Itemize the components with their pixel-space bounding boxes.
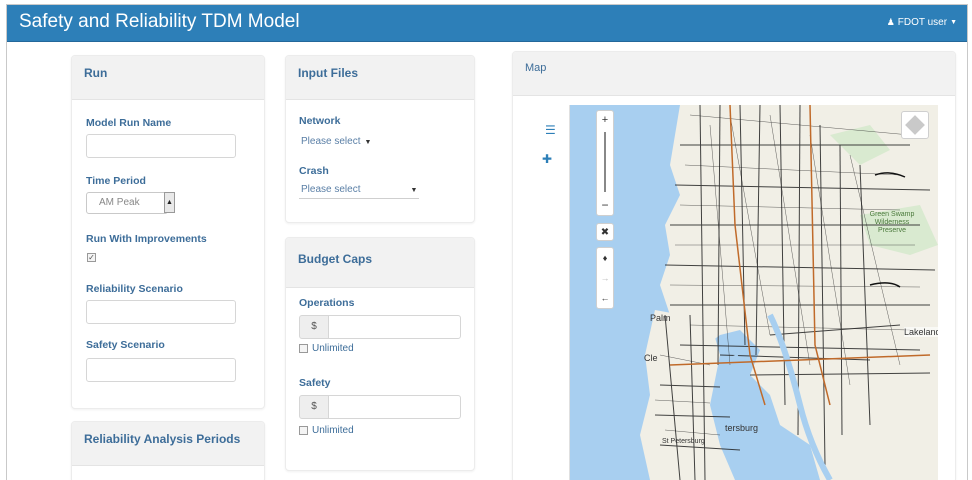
- map-place-label: Cle: [644, 353, 658, 363]
- map-place-label: Green Swamp Wilderness Preserve: [869, 211, 915, 234]
- fullscreen-icon: ✖: [600, 226, 610, 238]
- user-menu[interactable]: ♟ FDOT user ▼: [887, 17, 957, 28]
- zoom-slider[interactable]: [604, 132, 606, 192]
- reliability-scenario-input[interactable]: [86, 300, 236, 324]
- map-zoom-control: + −: [596, 110, 614, 216]
- network-select[interactable]: Please select ▼: [301, 136, 371, 147]
- safety-scenario-input[interactable]: [86, 358, 236, 382]
- home-icon[interactable]: ♦: [603, 253, 608, 263]
- chevron-down-icon: ▼: [410, 187, 418, 194]
- safety-currency-addon: $: [299, 395, 329, 419]
- budget-caps-heading: Budget Caps: [286, 238, 474, 288]
- safety-budget-label: Safety: [299, 377, 331, 389]
- map-place-label: tersburg: [725, 423, 759, 433]
- user-label: FDOT user: [897, 17, 948, 28]
- network-label: Network: [299, 115, 341, 127]
- time-period-dropdown-button[interactable]: ▲: [164, 192, 175, 213]
- safety-unlimited-label: Unlimited: [312, 425, 354, 436]
- operations-label: Operations: [299, 297, 355, 309]
- add-marker-icon[interactable]: ✚: [542, 152, 552, 166]
- map-place-label: Palm: [650, 313, 671, 323]
- run-with-improvements-checkbox[interactable]: ✓: [87, 253, 96, 262]
- map-view[interactable]: Lakeland Green Swamp Wilderness Preserve…: [570, 105, 938, 480]
- safety-budget-input[interactable]: [328, 395, 461, 419]
- run-panel-heading: Run: [72, 56, 264, 100]
- safety-scenario-label: Safety Scenario: [86, 339, 165, 351]
- map-heading: Map: [513, 52, 955, 96]
- operations-unlimited-checkbox[interactable]: [299, 344, 308, 353]
- operations-unlimited-label: Unlimited: [312, 343, 354, 354]
- app-title[interactable]: Safety and Reliability TDM Model: [19, 11, 300, 33]
- time-period-label: Time Period: [86, 175, 146, 187]
- reliability-scenario-label: Reliability Scenario: [86, 283, 183, 295]
- map-nav-control: ♦ → ←: [596, 247, 614, 309]
- chevron-down-icon: ▼: [364, 139, 372, 146]
- operations-input[interactable]: [328, 315, 461, 339]
- chevron-down-icon: ▼: [950, 19, 957, 26]
- app-frame: Safety and Reliability TDM Model ♟ FDOT …: [6, 4, 968, 480]
- operations-currency-addon: $: [299, 315, 329, 339]
- layer-switcher-button[interactable]: [901, 111, 929, 139]
- reliability-periods-panel: Reliability Analysis Periods: [71, 421, 265, 480]
- input-files-heading: Input Files: [286, 56, 474, 100]
- forward-icon[interactable]: →: [601, 273, 610, 283]
- model-run-name-label: Model Run Name: [86, 117, 172, 129]
- reliability-periods-heading: Reliability Analysis Periods: [72, 422, 264, 466]
- model-run-name-input[interactable]: [86, 134, 236, 158]
- user-icon: ♟: [886, 17, 895, 27]
- crash-select-value: Please select: [301, 184, 361, 195]
- network-select-value: Please select: [301, 136, 361, 147]
- crash-label: Crash: [299, 165, 329, 177]
- map-place-label: St Petersburg: [662, 438, 705, 445]
- navbar: Safety and Reliability TDM Model ♟ FDOT …: [7, 5, 967, 42]
- fullscreen-button[interactable]: ✖: [596, 223, 614, 241]
- layers-menu-icon[interactable]: ☰: [545, 123, 556, 137]
- run-panel: Run: [71, 55, 265, 409]
- run-with-improvements-label: Run With Improvements: [86, 233, 207, 245]
- map-place-label: Lakeland: [904, 327, 938, 337]
- time-period-select[interactable]: AM Peak: [86, 192, 168, 214]
- layers-icon: [905, 115, 925, 135]
- crash-select-underline: [299, 198, 419, 199]
- safety-unlimited-checkbox[interactable]: [299, 426, 308, 435]
- zoom-out-icon[interactable]: −: [601, 198, 608, 212]
- back-icon[interactable]: ←: [601, 293, 610, 303]
- zoom-in-icon[interactable]: +: [602, 114, 608, 126]
- crash-select[interactable]: Please select ▼: [301, 184, 417, 195]
